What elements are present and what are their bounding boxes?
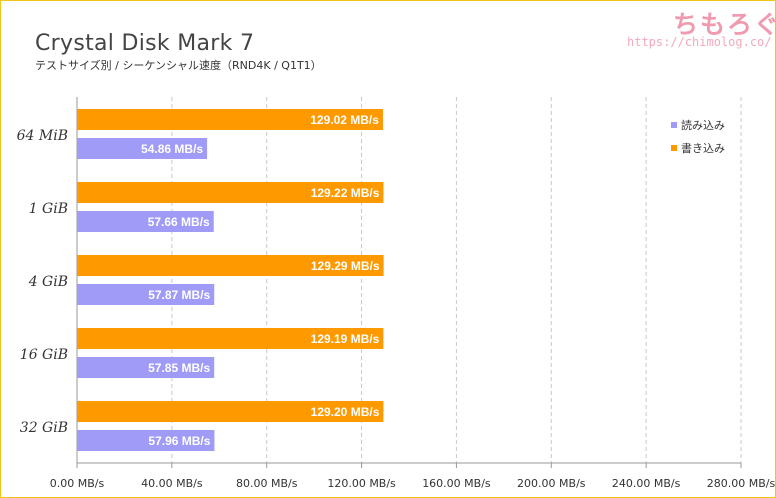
- x-tick-label: 240.00 MB/s: [612, 477, 681, 490]
- bar-value-label: 129.02 MB/s: [310, 113, 379, 127]
- x-tick-label: 200.00 MB/s: [517, 477, 586, 490]
- x-tick-label: 160.00 MB/s: [422, 477, 491, 490]
- category-label: 16 GiB: [20, 347, 68, 363]
- legend-item: 書き込み: [671, 136, 725, 159]
- bar-chart: 0.00 MB/s 40.00 MB/s 80.00 MB/s 120.00 MB/s…: [17, 97, 775, 490]
- bar-value-label: 57.96 MB/s: [148, 434, 210, 448]
- bar-value-label: 129.22 MB/s: [311, 186, 380, 200]
- bar-value-label: 129.29 MB/s: [311, 259, 380, 273]
- x-tick-label: 120.00 MB/s: [327, 477, 396, 490]
- x-tick-label: 40.00 MB/s: [141, 477, 203, 490]
- legend-label: 読み込み: [681, 118, 725, 132]
- category-label: 4 GiB: [28, 274, 68, 290]
- legend-label: 書き込み: [681, 141, 725, 155]
- bar-value-label: 54.86 MB/s: [141, 142, 203, 156]
- bar-value-label: 57.85 MB/s: [148, 361, 210, 375]
- category-label: 1 GiB: [29, 201, 68, 217]
- legend-item: 読み込み: [671, 113, 725, 136]
- chart-frame: Crystal Disk Mark 7 テストサイズ別 / シーケンシャル速度（…: [0, 0, 776, 498]
- category-label: 32 GiB: [20, 420, 68, 436]
- category-label: 64 MiB: [17, 128, 68, 144]
- bar-value-label: 57.66 MB/s: [148, 215, 210, 229]
- bar-value-label: 57.87 MB/s: [148, 288, 210, 302]
- chart-legend: 読み込み 書き込み: [671, 113, 725, 159]
- x-tick-label: 80.00 MB/s: [236, 477, 298, 490]
- x-tick-label: 280.00 MB/s: [707, 477, 775, 490]
- x-tick-label: 0.00 MB/s: [50, 477, 105, 490]
- legend-swatch: [671, 144, 677, 151]
- legend-swatch: [671, 121, 677, 128]
- bar-value-label: 129.20 MB/s: [311, 405, 380, 419]
- bar-value-label: 129.19 MB/s: [311, 332, 380, 346]
